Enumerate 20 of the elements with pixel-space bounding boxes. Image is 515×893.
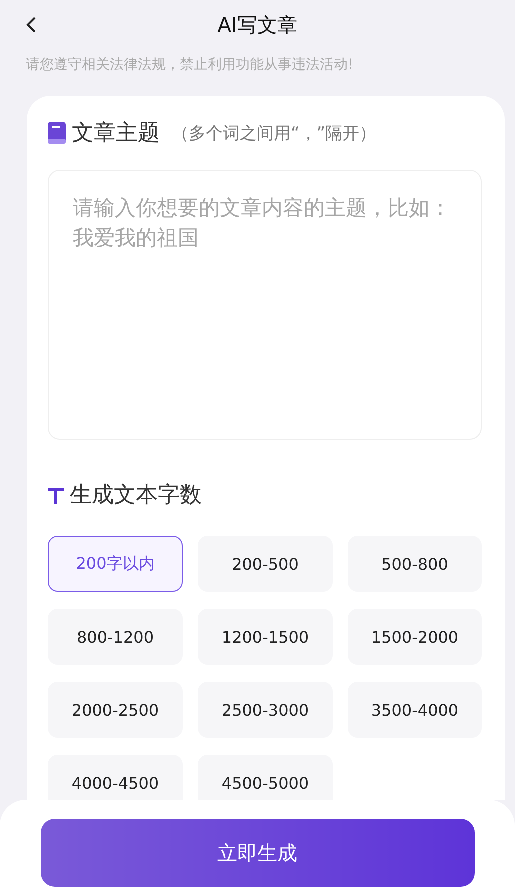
section-title: 文章主题	[72, 120, 160, 148]
length-option[interactable]: 1500-2000	[348, 609, 482, 665]
length-option[interactable]: 3500-4000	[348, 682, 482, 738]
length-option[interactable]: 2500-3000	[198, 682, 333, 738]
book-icon	[48, 122, 66, 144]
page-title: AI写文章	[218, 12, 298, 38]
length-option[interactable]: 200-500	[198, 536, 333, 592]
length-option[interactable]: 4500-5000	[198, 755, 333, 800]
text-icon	[48, 486, 64, 504]
section-title: 生成文本字数	[70, 482, 202, 510]
generate-button[interactable]: 立即生成	[40, 819, 474, 887]
length-option[interactable]: 200字以内	[48, 536, 183, 592]
length-option[interactable]: 4000-4500	[48, 755, 183, 800]
section-hint: （多个词之间用“，”隔开）	[172, 122, 377, 144]
length-option[interactable]: 800-1200	[48, 609, 183, 665]
notice-text: 请您遵守相关法律法规，禁止利用功能从事违法活动!	[26, 56, 355, 74]
length-option[interactable]: 2000-2500	[48, 682, 183, 738]
length-option[interactable]: 1200-1500	[198, 609, 333, 665]
topic-input[interactable]: 请输入你想要的文章内容的主题，比如：我爱我的祖国	[48, 170, 482, 440]
length-option[interactable]: 500-800	[348, 536, 482, 592]
